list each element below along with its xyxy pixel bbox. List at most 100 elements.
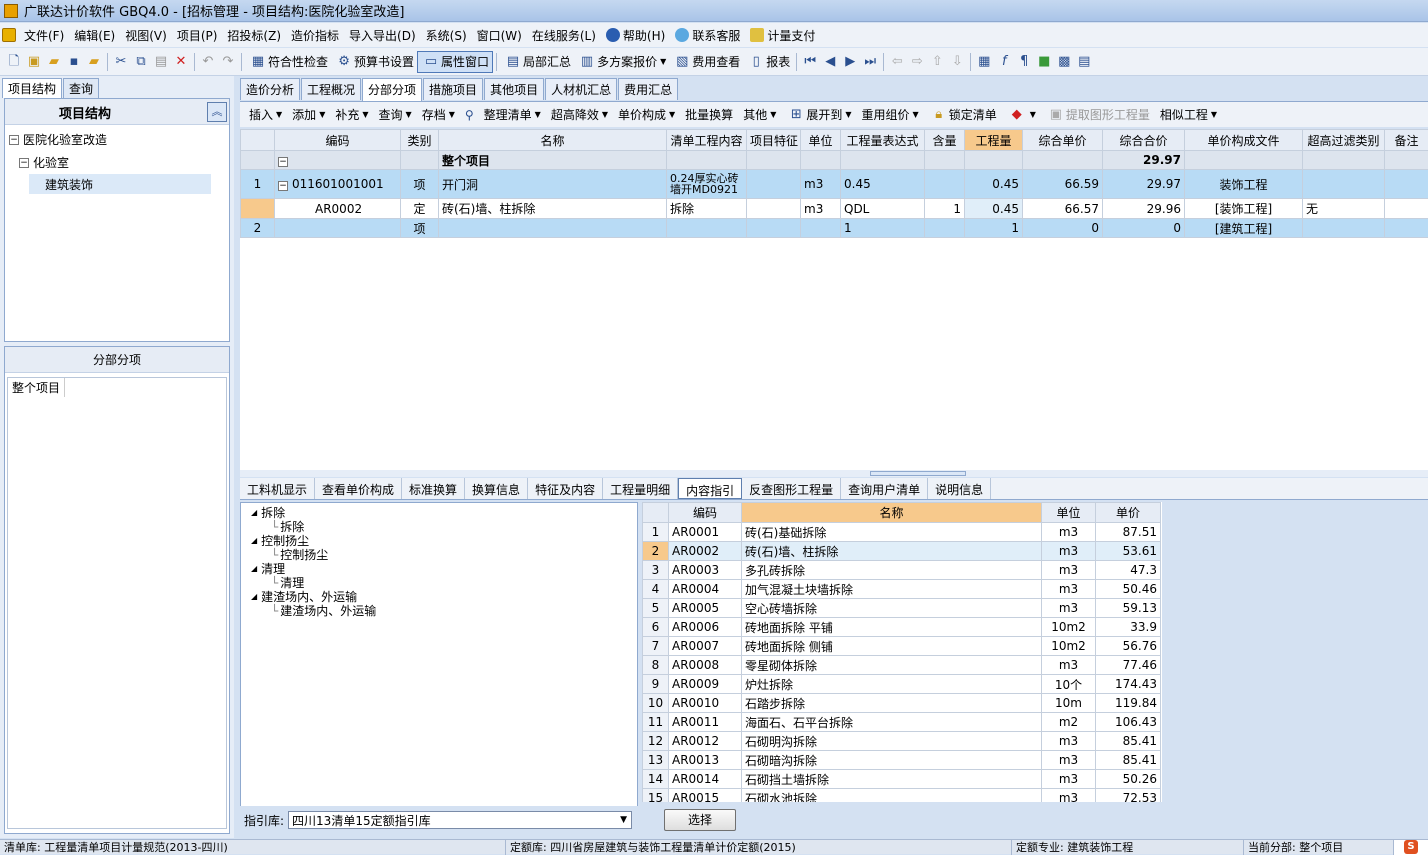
col-header-total[interactable]: 综合合价 [1103, 130, 1185, 151]
quota-row[interactable]: 13AR0013石砌暗沟拆除m385.41 [643, 751, 1161, 770]
copy-icon[interactable]: ⧉ [133, 54, 149, 70]
quota-row-price[interactable]: 59.13 [1096, 599, 1161, 618]
quota-row[interactable]: 5AR0005空心砖墙拆除m359.13 [643, 599, 1161, 618]
quota-row-unit[interactable]: m3 [1042, 770, 1096, 789]
row-content[interactable] [667, 219, 747, 238]
quota-row[interactable]: 11AR0011海面石、石平台拆除m2106.43 [643, 713, 1161, 732]
quota-row-unit[interactable]: 10m2 [1042, 637, 1096, 656]
first-record-icon[interactable]: ⏮ [802, 54, 818, 70]
row-name[interactable]: 砖(石)墙、柱拆除 [439, 199, 667, 219]
quota-row-unit[interactable]: 10m [1042, 694, 1096, 713]
table-row[interactable]: AR0002 定 砖(石)墙、柱拆除 拆除 m3 QDL 1 0.45 66.5… [241, 199, 1428, 219]
horizontal-splitter[interactable] [240, 470, 1428, 477]
quota-row-price[interactable]: 106.43 [1096, 713, 1161, 732]
quota-col-unit[interactable]: 单位 [1042, 503, 1096, 523]
quota-row-price[interactable]: 85.41 [1096, 732, 1161, 751]
quota-row-price[interactable]: 53.61 [1096, 542, 1161, 561]
row-content-qty[interactable]: 1 [925, 199, 965, 219]
quota-row-code[interactable]: AR0012 [669, 732, 742, 751]
next-record-icon[interactable]: ▶ [842, 54, 858, 70]
quota-row-unit[interactable]: m3 [1042, 542, 1096, 561]
extract-graphic-qty-button[interactable]: ▣提取图形工程量 [1041, 106, 1155, 123]
query-button[interactable]: 查询▼ [374, 106, 417, 123]
menu-file[interactable]: 文件(F) [19, 24, 69, 46]
quota-row-unit[interactable]: m3 [1042, 599, 1096, 618]
col-header-content-qty[interactable]: 含量 [925, 130, 965, 151]
quota-row-unit[interactable]: m3 [1042, 656, 1096, 675]
quota-row-unit[interactable]: m3 [1042, 751, 1096, 770]
row-price-file[interactable]: 装饰工程 [1185, 170, 1303, 199]
quota-row-unit[interactable]: m2 [1042, 713, 1096, 732]
quota-row[interactable]: 12AR0012石砌明沟拆除m385.41 [643, 732, 1161, 751]
table-row[interactable]: 2 项 1 1 0 0 [建筑工程] [241, 219, 1428, 238]
expand-to-button[interactable]: ⊞展开到▼ [781, 106, 856, 123]
quota-row[interactable]: 7AR0007砖地面拆除 侧铺10m256.76 [643, 637, 1161, 656]
menu-bidding[interactable]: 招投标(Z) [222, 24, 286, 46]
quota-row[interactable]: 6AR0006砖地面拆除 平铺10m233.9 [643, 618, 1161, 637]
collapse-toggle-icon[interactable]: − [278, 157, 288, 167]
delete-icon[interactable]: ✕ [173, 54, 189, 70]
quota-row[interactable]: 15AR0015石砌水池拆除m372.53 [643, 789, 1161, 803]
quota-row-price[interactable]: 85.41 [1096, 751, 1161, 770]
row-code[interactable] [275, 219, 401, 238]
quota-row-name[interactable]: 多孔砖拆除 [742, 561, 1042, 580]
row-unit-price[interactable]: 66.59 [1023, 170, 1103, 199]
multi-plan-quote-button[interactable]: ▥多方案报价▼ [574, 51, 669, 73]
quota-row-name[interactable]: 砖地面拆除 侧铺 [742, 637, 1042, 656]
lock-list-button[interactable]: 🔒︎锁定清单 [924, 106, 1002, 123]
quota-row-code[interactable]: AR0007 [669, 637, 742, 656]
image-icon[interactable]: ▩ [1056, 54, 1072, 70]
col-header-price-file[interactable]: 单价构成文件 [1185, 130, 1303, 151]
row-height-filter[interactable]: 无 [1303, 199, 1385, 219]
tab-other-items[interactable]: 其他项目 [484, 78, 544, 100]
col-header-quantity[interactable]: 工程量 [965, 130, 1023, 151]
tab-overview[interactable]: 工程概况 [301, 78, 361, 100]
group-row[interactable]: − 整个项目 29.97 [241, 151, 1428, 170]
archive-button[interactable]: 存档▼ [417, 106, 460, 123]
menu-help[interactable]: 帮助(H) [601, 24, 670, 46]
quota-row-code[interactable]: AR0004 [669, 580, 742, 599]
quota-row-unit[interactable]: m3 [1042, 561, 1096, 580]
menu-project[interactable]: 项目(P) [172, 24, 223, 46]
row-content-qty[interactable] [925, 219, 965, 238]
tab-section-items[interactable]: 分部分项 [362, 78, 422, 101]
arrow-left-icon[interactable]: ⇦ [889, 54, 905, 70]
arrow-right-icon[interactable]: ⇨ [909, 54, 925, 70]
row-remark[interactable] [1385, 170, 1428, 199]
undo-icon[interactable]: ↶ [200, 54, 216, 70]
tab-view-price-composition[interactable]: 查看单价构成 [315, 478, 402, 499]
quota-row-unit[interactable]: m3 [1042, 580, 1096, 599]
quota-row-price[interactable]: 119.84 [1096, 694, 1161, 713]
row-feature[interactable] [747, 219, 801, 238]
grid-empty-area[interactable] [240, 238, 1428, 470]
row-total[interactable]: 29.97 [1103, 170, 1185, 199]
tab-conversion-info[interactable]: 换算信息 [465, 478, 528, 499]
other-button[interactable]: 其他▼ [738, 106, 781, 123]
folder-icon[interactable]: ▰ [86, 54, 102, 70]
quota-row-name[interactable]: 空心砖墙拆除 [742, 599, 1042, 618]
row-remark[interactable] [1385, 199, 1428, 219]
quota-row-name[interactable]: 砖(石)墙、柱拆除 [742, 542, 1042, 561]
arrow-down-icon[interactable]: ⇩ [949, 54, 965, 70]
col-header-name[interactable]: 名称 [439, 130, 667, 151]
last-record-icon[interactable]: ⏭ [862, 54, 878, 70]
row-name[interactable] [439, 219, 667, 238]
col-header-code[interactable]: 编码 [275, 130, 401, 151]
row-expression[interactable]: QDL [841, 199, 925, 219]
quota-row[interactable]: 1AR0001砖(石)基础拆除m387.51 [643, 523, 1161, 542]
collapse-toggle-icon[interactable]: − [278, 181, 288, 191]
tab-quantity-detail[interactable]: 工程量明细 [603, 478, 678, 499]
row-content[interactable]: 拆除 [667, 199, 747, 219]
quota-row[interactable]: 8AR0008零星砌体拆除m377.46 [643, 656, 1161, 675]
row-expression[interactable]: 0.45 [841, 170, 925, 199]
cube-icon[interactable]: ■ [1036, 54, 1052, 70]
insert-button[interactable]: 插入▼ [244, 106, 287, 123]
ime-icon[interactable]: S [1394, 840, 1428, 855]
menu-cost-index[interactable]: 造价指标 [286, 24, 344, 46]
col-header-feature[interactable]: 项目特征 [747, 130, 801, 151]
row-expression[interactable]: 1 [841, 219, 925, 238]
quota-row-code[interactable]: AR0014 [669, 770, 742, 789]
property-window-button[interactable]: ▭属性窗口 [417, 51, 493, 73]
row-unit-price[interactable]: 0 [1023, 219, 1103, 238]
similar-project-button[interactable]: 相似工程▼ [1155, 106, 1222, 123]
